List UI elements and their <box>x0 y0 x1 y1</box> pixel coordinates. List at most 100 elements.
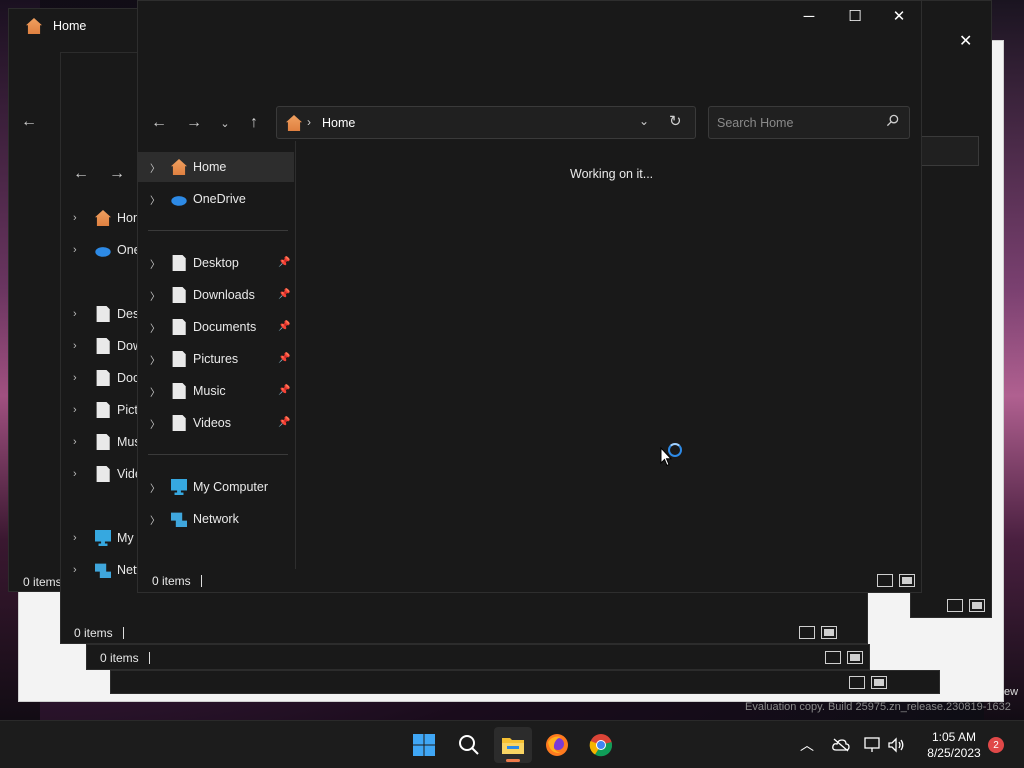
breadcrumb-home[interactable]: Home <box>322 116 355 130</box>
volume-tray-icon[interactable] <box>887 721 905 768</box>
ghost-nav-pictures[interactable]: › Pictu <box>73 397 145 423</box>
details-view-icon[interactable] <box>947 599 963 612</box>
network-icon <box>95 563 111 578</box>
tiles-view-icon[interactable] <box>847 651 863 664</box>
loading-message: Working on it... <box>570 167 654 181</box>
nav-item-documents[interactable]: 〉 Documents 📌 <box>138 312 294 342</box>
home-icon <box>26 18 42 34</box>
minimize-button[interactable]: ─ <box>786 1 832 31</box>
back-icon[interactable]: ← <box>73 165 89 183</box>
view-toggle[interactable] <box>877 574 915 587</box>
chrome-taskbar-button[interactable] <box>582 727 620 763</box>
show-hidden-icons-button[interactable]: ︿ <box>800 721 814 768</box>
ghost-nav-home[interactable]: › Hom <box>73 205 143 231</box>
nav-item-pictures[interactable]: 〉 Pictures 📌 <box>138 344 294 374</box>
nav-item-desktop[interactable]: 〉 Desktop 📌 <box>138 248 294 278</box>
file-explorer-taskbar-button[interactable] <box>494 727 532 763</box>
status-bar: 0 items <box>152 574 202 588</box>
pin-icon: 📌 <box>278 257 291 268</box>
back-icon[interactable]: ← <box>21 113 37 131</box>
active-indicator <box>506 759 520 762</box>
network-icon <box>864 737 880 752</box>
file-explorer-window[interactable]: ─ ☐ ✕ ← → ⌄ ↑ › Home ⌄ ↻ 〉Home 〉OneDrive… <box>137 0 922 593</box>
ghost-nav-music[interactable]: › Mus <box>73 429 141 455</box>
ghost-nav-mycomputer[interactable]: › My <box>73 525 134 551</box>
start-button[interactable] <box>405 727 443 763</box>
firefox-icon <box>546 734 568 756</box>
tiles-view-icon[interactable] <box>871 676 887 689</box>
background-status: 0 items <box>23 575 62 589</box>
forward-icon[interactable]: → <box>109 165 125 183</box>
nav-item-videos[interactable]: 〉 Videos 📌 <box>138 408 294 438</box>
firefox-taskbar-button[interactable] <box>538 727 576 763</box>
background-status: 0 items <box>100 651 150 665</box>
view-toggle[interactable] <box>947 599 985 612</box>
pin-icon: 📌 <box>278 417 291 428</box>
chevron-right-icon[interactable]: › <box>307 115 311 129</box>
windows-logo-icon <box>413 734 435 756</box>
computer-icon <box>95 530 111 546</box>
notification-badge[interactable]: 2 <box>988 737 1004 753</box>
ghost-nav-documents[interactable]: › Docu <box>73 365 146 391</box>
refresh-icon[interactable]: ↻ <box>669 112 682 130</box>
view-toggle[interactable] <box>825 651 863 664</box>
view-toggle[interactable] <box>799 626 837 639</box>
forward-button[interactable]: → <box>182 111 206 135</box>
search-button[interactable] <box>450 727 488 763</box>
folder-icon <box>96 434 110 450</box>
view-toggle[interactable] <box>849 676 887 689</box>
system-clock[interactable]: 1:05 AM 8/25/2023 <box>920 729 988 761</box>
tiles-view-icon[interactable] <box>821 626 837 639</box>
chevron-up-icon[interactable]: ︿ <box>800 735 814 755</box>
nav-item-my-computer[interactable]: 〉 My Computer <box>138 472 294 502</box>
speaker-icon <box>888 737 904 753</box>
folder-icon <box>96 338 110 354</box>
background-window-strip <box>110 670 940 694</box>
background-window-title: Home <box>53 19 87 33</box>
ghost-nav-downloads[interactable]: › Dow <box>73 333 142 359</box>
tiles-view-icon[interactable] <box>969 599 985 612</box>
partial-right-label: ew <box>1004 686 1019 698</box>
navigation-pane[interactable]: 〉 Home 〉 OneDrive 〉 Desktop 📌 〉 Downloads 📌 〉 D… <box>138 141 296 569</box>
recent-locations-button[interactable]: ⌄ <box>213 111 237 135</box>
details-view-icon[interactable] <box>825 651 841 664</box>
back-button[interactable]: ← <box>147 111 171 135</box>
tiles-view-icon[interactable] <box>899 574 915 587</box>
home-icon <box>95 210 111 226</box>
maximize-button[interactable]: ☐ <box>832 1 878 31</box>
chevron-down-icon[interactable]: ⌄ <box>639 114 649 128</box>
network-tray-icon[interactable] <box>863 721 881 768</box>
ghost-nav-network[interactable]: › Netv <box>73 557 143 583</box>
nav-item-onedrive[interactable]: 〉 OneDrive <box>138 184 294 214</box>
details-view-icon[interactable] <box>799 626 815 639</box>
search-box[interactable] <box>708 106 910 139</box>
details-view-icon[interactable] <box>849 676 865 689</box>
title-bar[interactable]: ─ ☐ ✕ <box>138 1 921 33</box>
home-icon <box>171 159 187 175</box>
ghost-nav-videos[interactable]: › Vide <box>73 461 142 487</box>
onedrive-tray-icon[interactable] <box>832 721 850 768</box>
folder-icon <box>172 415 186 431</box>
up-button[interactable]: ↑ <box>242 111 266 135</box>
search-icon[interactable] <box>886 114 899 127</box>
folder-icon <box>502 738 524 754</box>
taskbar: ︿ 1:05 AM 8/25/2023 2 <box>0 720 1024 768</box>
address-bar[interactable]: › Home ⌄ ↻ <box>276 106 696 139</box>
nav-item-network[interactable]: 〉 Network <box>138 504 294 534</box>
ghost-nav-desktop[interactable]: › Desk <box>73 301 145 327</box>
nav-item-music[interactable]: 〉 Music 📌 <box>138 376 294 406</box>
details-view-icon[interactable] <box>877 574 893 587</box>
computer-icon <box>171 479 187 495</box>
nav-item-home[interactable]: 〉 Home <box>138 152 294 182</box>
close-button[interactable]: ✕ <box>876 1 922 31</box>
nav-item-downloads[interactable]: 〉 Downloads 📌 <box>138 280 294 310</box>
search-input[interactable] <box>717 114 877 132</box>
pin-icon: 📌 <box>278 385 291 396</box>
ghost-nav-onedrive[interactable]: › One <box>73 237 141 263</box>
pin-icon: 📌 <box>278 353 291 364</box>
clock-date: 8/25/2023 <box>927 746 981 760</box>
background-window-right[interactable]: ✕ <box>910 0 992 618</box>
background-window-third[interactable]: 0 items <box>86 644 870 670</box>
folder-icon <box>172 255 186 271</box>
close-icon[interactable]: ✕ <box>959 31 972 51</box>
